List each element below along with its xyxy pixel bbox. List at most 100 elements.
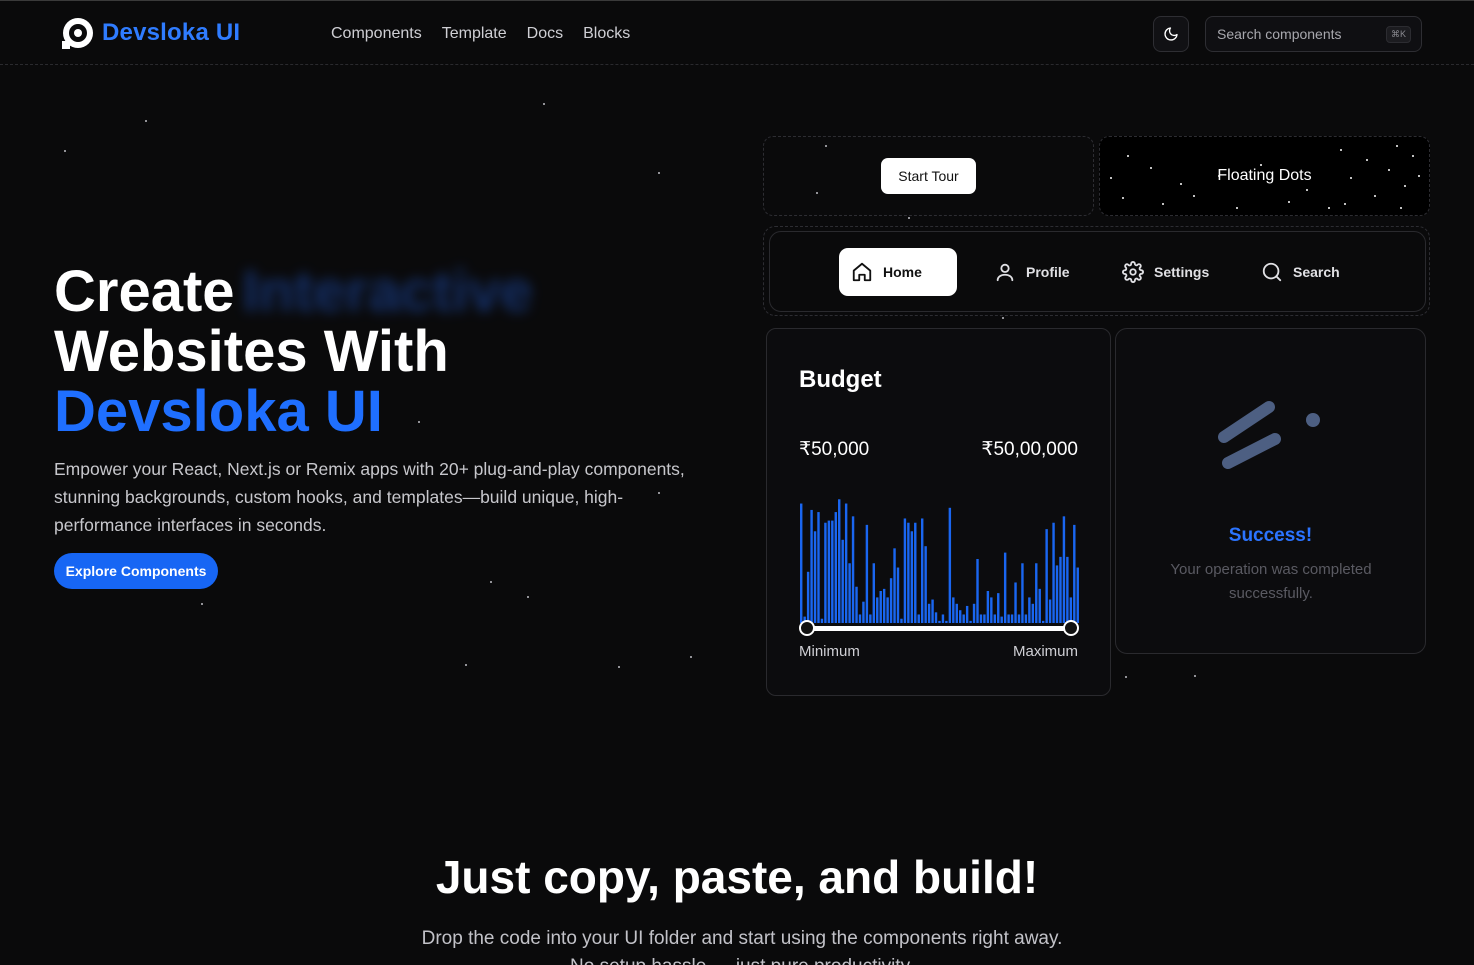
histogram-bar — [831, 520, 834, 623]
histogram-bar — [882, 588, 886, 623]
histogram-bar — [993, 614, 996, 623]
histogram-bar — [893, 548, 896, 623]
budget-card: Budget ₹50,000 ₹50,00,000 Minimum Maximu… — [766, 328, 1111, 696]
hero-description: Empower your React, Next.js or Remix app… — [54, 459, 685, 535]
moon-icon — [1164, 27, 1178, 41]
histogram-bar — [1059, 556, 1062, 623]
star — [465, 664, 467, 666]
histogram-bar — [997, 593, 1000, 623]
nav-blocks[interactable]: Blocks — [583, 25, 630, 43]
floating-dot — [1328, 207, 1330, 209]
search-input[interactable] — [1217, 26, 1377, 42]
histogram-bar — [855, 586, 858, 623]
budget-min-value: ₹50,000 — [799, 439, 870, 460]
star — [527, 596, 529, 598]
floating-dot — [1236, 207, 1238, 209]
floating-dot — [1288, 201, 1290, 203]
histogram-bar — [1062, 516, 1066, 623]
tab-settings[interactable]: Settings — [1110, 248, 1221, 296]
histogram-bar — [962, 614, 965, 623]
tab-profile-label: Profile — [1026, 264, 1070, 280]
histogram-bar — [1052, 522, 1055, 623]
floating-dot — [1366, 159, 1368, 161]
brand[interactable]: Devsloka UI — [62, 17, 240, 49]
tab-profile[interactable]: Profile — [982, 248, 1082, 296]
histogram-bar — [827, 520, 831, 623]
floating-dot — [1374, 195, 1376, 197]
histogram-bar — [851, 516, 855, 623]
histogram-bar — [983, 614, 986, 623]
histogram-bar — [1028, 597, 1031, 623]
histogram-bar — [1045, 529, 1048, 623]
histogram-bar — [1007, 614, 1010, 623]
search-box[interactable]: ⌘K — [1205, 16, 1422, 52]
floating-dot — [1260, 164, 1262, 166]
tab-home-label: Home — [883, 264, 922, 280]
tab-search-label: Search — [1293, 264, 1340, 280]
histogram-bar — [969, 620, 972, 623]
histogram-bar — [920, 518, 924, 623]
histogram-bar — [972, 603, 976, 623]
histogram-bar — [896, 567, 900, 623]
histogram-bar — [931, 599, 934, 623]
tab-home[interactable]: Home — [839, 248, 957, 296]
tabs-demo-card: Home Profile Settings Search — [763, 226, 1430, 316]
star — [908, 217, 910, 219]
main-nav: Components Template Docs Blocks — [331, 25, 630, 43]
histogram-bar — [865, 524, 869, 623]
success-animation-icon — [1218, 401, 1320, 469]
histogram-bar — [810, 509, 813, 623]
histogram-bar — [824, 522, 827, 623]
floating-dot — [1344, 203, 1346, 205]
histogram-bar — [848, 563, 851, 623]
histogram-bar — [976, 559, 979, 623]
star — [64, 150, 66, 152]
shortcut-badge: ⌘K — [1385, 25, 1411, 43]
histogram-bar — [965, 605, 969, 623]
top-navbar: Devsloka UI Components Template Docs Blo… — [0, 0, 1474, 65]
theme-toggle-button[interactable] — [1153, 16, 1189, 52]
floating-dots-card: Floating Dots — [1099, 136, 1430, 216]
histogram-bar — [948, 507, 952, 623]
histogram-bar — [876, 597, 879, 623]
section-description: Drop the code into your UI folder and st… — [421, 928, 1063, 965]
star — [1194, 675, 1196, 677]
budget-min-handle[interactable] — [799, 620, 815, 636]
histogram-bar — [910, 531, 914, 623]
nav-components[interactable]: Components — [331, 25, 422, 43]
explore-components-button[interactable]: Explore Components — [54, 553, 218, 589]
start-tour-button[interactable]: Start Tour — [881, 158, 976, 194]
floating-dot — [1193, 195, 1195, 197]
nav-docs[interactable]: Docs — [527, 25, 563, 43]
histogram-bar — [1041, 620, 1045, 623]
star — [1002, 317, 1004, 319]
star — [543, 103, 545, 105]
section-title: Just copy, paste, and build! — [435, 851, 1039, 903]
budget-title: Budget — [799, 366, 882, 393]
histogram-bar — [917, 614, 920, 623]
histogram-bar — [1048, 599, 1052, 623]
histogram-bar — [1010, 614, 1014, 623]
nav-template[interactable]: Template — [442, 25, 507, 43]
histogram-bar — [934, 612, 938, 623]
star — [145, 120, 147, 122]
tab-search[interactable]: Search — [1249, 248, 1352, 296]
budget-range-track[interactable] — [807, 626, 1071, 631]
histogram-bar — [1000, 616, 1003, 623]
budget-histogram — [800, 499, 1079, 623]
star — [201, 603, 203, 605]
histogram-bar — [844, 503, 848, 623]
histogram-bar — [1031, 603, 1035, 623]
histogram-bar — [1017, 614, 1021, 623]
histogram-bar — [1014, 582, 1017, 623]
user-icon — [996, 263, 1014, 282]
histogram-bar — [914, 522, 917, 623]
tour-demo-card: Start Tour — [763, 136, 1094, 216]
budget-max-handle[interactable] — [1063, 620, 1079, 636]
histogram-bar — [907, 522, 910, 623]
histogram-bar — [879, 591, 882, 623]
floating-dot — [1396, 145, 1398, 147]
gear-icon — [1122, 261, 1144, 283]
histogram-bar — [838, 499, 841, 623]
maximum-label: Maximum — [1012, 643, 1078, 660]
